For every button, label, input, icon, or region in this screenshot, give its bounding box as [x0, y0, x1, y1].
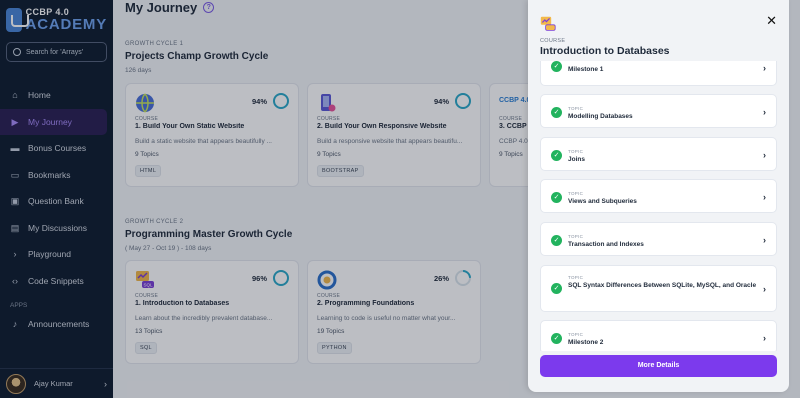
topic-item[interactable]: ✓ TOPIC SQL Syntax Differences Between S… [540, 265, 777, 312]
check-icon: ✓ [551, 150, 562, 161]
chevron-right-icon: › [763, 192, 766, 202]
check-icon: ✓ [551, 107, 562, 118]
chevron-right-icon: › [763, 333, 766, 343]
topic-title: Milestone 1 [568, 66, 604, 73]
chevron-right-icon: › [763, 63, 766, 73]
chevron-right-icon: › [763, 235, 766, 245]
topic-item[interactable]: ✓ TOPIC Milestone 2 › [540, 320, 777, 351]
check-icon: ✓ [551, 235, 562, 246]
course-details-drawer: ✕ COURSE Introduction to Databases ✓ Mil… [528, 0, 789, 392]
topic-list: ✓ Milestone 1 › ✓ TOPIC Modelling Databa… [540, 61, 777, 351]
close-icon[interactable]: ✕ [766, 14, 777, 27]
topic-item[interactable]: ✓ TOPIC Joins › [540, 137, 777, 171]
topic-title: Transaction and Indexes [568, 241, 644, 248]
check-icon: ✓ [551, 61, 562, 72]
chevron-right-icon: › [763, 284, 766, 294]
chevron-right-icon: › [763, 150, 766, 160]
topic-item[interactable]: ✓ TOPIC Transaction and Indexes › [540, 222, 777, 256]
drawer-type: COURSE [540, 38, 566, 44]
check-icon: ✓ [551, 333, 562, 344]
chevron-right-icon: › [763, 107, 766, 117]
drawer-title: Introduction to Databases [540, 45, 670, 57]
topic-title: Joins [568, 156, 585, 163]
topic-item[interactable]: ✓ Milestone 1 › [540, 61, 777, 86]
topic-title: Views and Subqueries [568, 198, 637, 205]
topic-title: Modelling Databases [568, 113, 633, 120]
topic-item[interactable]: ✓ TOPIC Views and Subqueries › [540, 179, 777, 213]
check-icon: ✓ [551, 283, 562, 294]
check-icon: ✓ [551, 192, 562, 203]
database-icon [540, 16, 556, 31]
topic-item[interactable]: ✓ TOPIC Modelling Databases › [540, 94, 777, 128]
topic-title: Milestone 2 [568, 339, 604, 346]
topic-title: SQL Syntax Differences Between SQLite, M… [568, 282, 757, 289]
more-details-button[interactable]: More Details [540, 355, 777, 377]
